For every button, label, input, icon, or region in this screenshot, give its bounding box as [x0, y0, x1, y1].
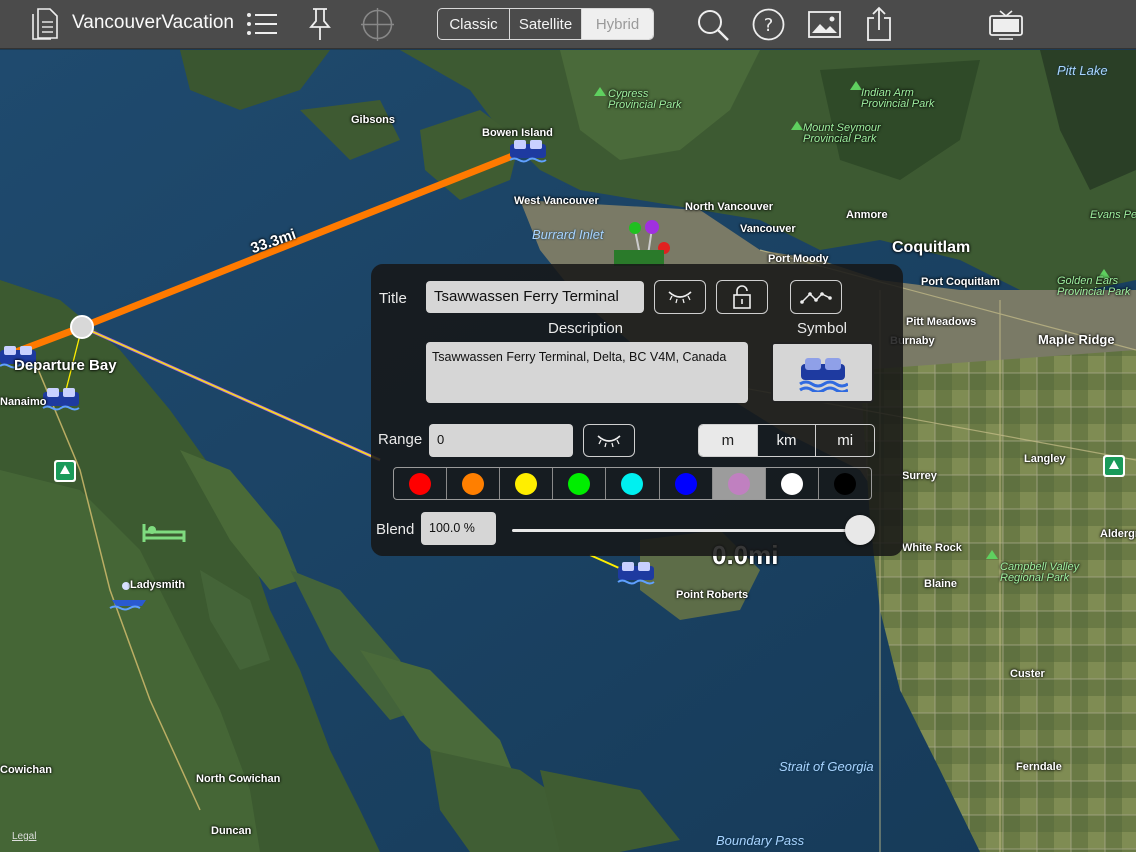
description-input[interactable]: Tsawwassen Ferry Terminal, Delta, BC V4M… — [426, 342, 748, 403]
place-label: Nanaimo — [0, 396, 47, 408]
place-label: Bowen Island — [482, 127, 553, 139]
color-swatch[interactable] — [394, 468, 448, 499]
park-shield-icon-east[interactable] — [1103, 455, 1125, 477]
place-label: Ladysmith — [130, 579, 186, 591]
unlock-icon — [733, 285, 751, 309]
place-label: North Vancouver — [685, 201, 774, 213]
place-label: Ferndale — [1016, 761, 1062, 773]
map-type-satellite[interactable]: Satellite — [510, 9, 582, 39]
blend-label: Blend — [376, 521, 415, 538]
park-label: Golden Ears Provincial Park — [1057, 275, 1131, 298]
ferry-icon — [798, 357, 848, 392]
track-button[interactable] — [790, 280, 842, 314]
water-label: Pitt Lake — [1057, 63, 1108, 78]
color-dot — [568, 472, 591, 495]
eye-closed-icon — [668, 291, 692, 304]
place-label: Anmore — [846, 209, 888, 221]
blend-slider-knob[interactable] — [845, 515, 875, 545]
share-icon[interactable] — [866, 6, 892, 47]
waypoint-marker[interactable] — [70, 315, 94, 339]
place-label: West Vancouver — [514, 195, 599, 207]
description-label: Description — [548, 320, 624, 337]
tv-icon[interactable] — [989, 10, 1023, 45]
place-label: Langley — [1024, 453, 1066, 465]
unit-kilometers[interactable]: km — [758, 425, 817, 456]
place-label: North Cowichan — [196, 773, 281, 785]
map-title[interactable]: VancouverVacation — [72, 12, 234, 34]
symbol-label: Symbol — [797, 320, 848, 337]
place-label: Pitt Meadows — [906, 316, 977, 328]
color-dot — [674, 472, 697, 495]
place-label: Custer — [1010, 668, 1045, 680]
color-dot — [727, 472, 750, 495]
place-label: White Rock — [902, 542, 962, 554]
water-label: Burrard Inlet — [532, 227, 604, 242]
title-label: Title — [379, 290, 407, 307]
place-label: Duncan — [211, 825, 252, 837]
search-icon[interactable] — [696, 8, 730, 47]
park-label: Mount Seymour Provincial Park — [803, 122, 881, 145]
color-dot — [515, 472, 538, 495]
park-label: Campbell Valley Regional Park — [1000, 561, 1080, 584]
documents-icon[interactable] — [32, 8, 58, 45]
color-swatch[interactable] — [766, 468, 819, 499]
place-label: Cowichan — [0, 764, 52, 776]
color-swatch[interactable] — [819, 468, 871, 499]
color-swatch[interactable] — [660, 468, 713, 499]
pushpin-icon[interactable] — [309, 7, 331, 46]
color-swatch[interactable] — [447, 468, 501, 499]
crosshair-icon[interactable] — [361, 8, 394, 46]
map-type-selector: Classic Satellite Hybrid — [437, 8, 654, 40]
help-icon[interactable]: ? — [752, 8, 785, 46]
route-icon — [800, 292, 832, 304]
lock-button[interactable] — [716, 280, 768, 314]
color-dot — [833, 472, 856, 495]
place-label: Aldergrove — [1100, 528, 1136, 540]
eye-closed-icon — [597, 434, 621, 447]
place-label: Blaine — [924, 578, 958, 590]
place-label: Gibsons — [351, 114, 396, 126]
range-label: Range — [378, 431, 423, 448]
blend-value: 100.0 % — [421, 512, 496, 545]
park-shield-icon[interactable] — [54, 460, 76, 482]
map-type-classic[interactable]: Classic — [438, 9, 510, 39]
place-label: Evans Pe — [1090, 209, 1136, 221]
place-label: Maple Ridge — [1038, 332, 1115, 347]
place-label: Departure Bay — [14, 357, 117, 374]
park-label: Indian Arm Provincial Park — [861, 87, 935, 110]
water-label: Boundary Pass — [716, 833, 805, 848]
unit-meters[interactable]: m — [699, 425, 758, 456]
hide-title-button[interactable] — [654, 280, 706, 314]
color-dot — [409, 472, 432, 495]
hide-range-button[interactable] — [583, 424, 635, 457]
range-unit-selector: m km mi — [698, 424, 875, 457]
color-swatch[interactable] — [500, 468, 554, 499]
color-picker — [393, 467, 872, 500]
color-dot — [621, 472, 644, 495]
list-icon[interactable] — [246, 12, 278, 41]
blend-slider-track[interactable] — [512, 529, 862, 532]
place-label: Coquitlam — [892, 239, 971, 256]
symbol-picker-button[interactable] — [771, 342, 874, 403]
pin-editor-popover: Title Tsawwassen Ferry Terminal Descript… — [371, 264, 903, 556]
color-dot — [462, 472, 485, 495]
water-label: Strait of Georgia — [779, 759, 874, 774]
svg-text:?: ? — [764, 15, 774, 36]
place-label: Port Coquitlam — [921, 276, 1000, 288]
title-input[interactable]: Tsawwassen Ferry Terminal — [426, 281, 644, 313]
park-label: Cypress Provincial Park — [608, 88, 682, 111]
map-type-hybrid[interactable]: Hybrid — [582, 9, 653, 39]
top-toolbar: VancouverVacation Classic Satellite Hybr… — [0, 0, 1136, 49]
place-label: Surrey — [902, 470, 937, 482]
unit-miles[interactable]: mi — [816, 425, 874, 456]
color-swatch[interactable] — [553, 468, 607, 499]
color-swatch[interactable] — [606, 468, 660, 499]
range-input[interactable]: 0 — [429, 424, 573, 457]
image-icon[interactable] — [808, 11, 841, 43]
place-label: Vancouver — [740, 223, 796, 235]
place-label: Point Roberts — [676, 589, 749, 601]
color-swatch[interactable] — [712, 468, 766, 499]
color-dot — [780, 472, 803, 495]
legal-link[interactable]: Legal — [12, 831, 36, 842]
